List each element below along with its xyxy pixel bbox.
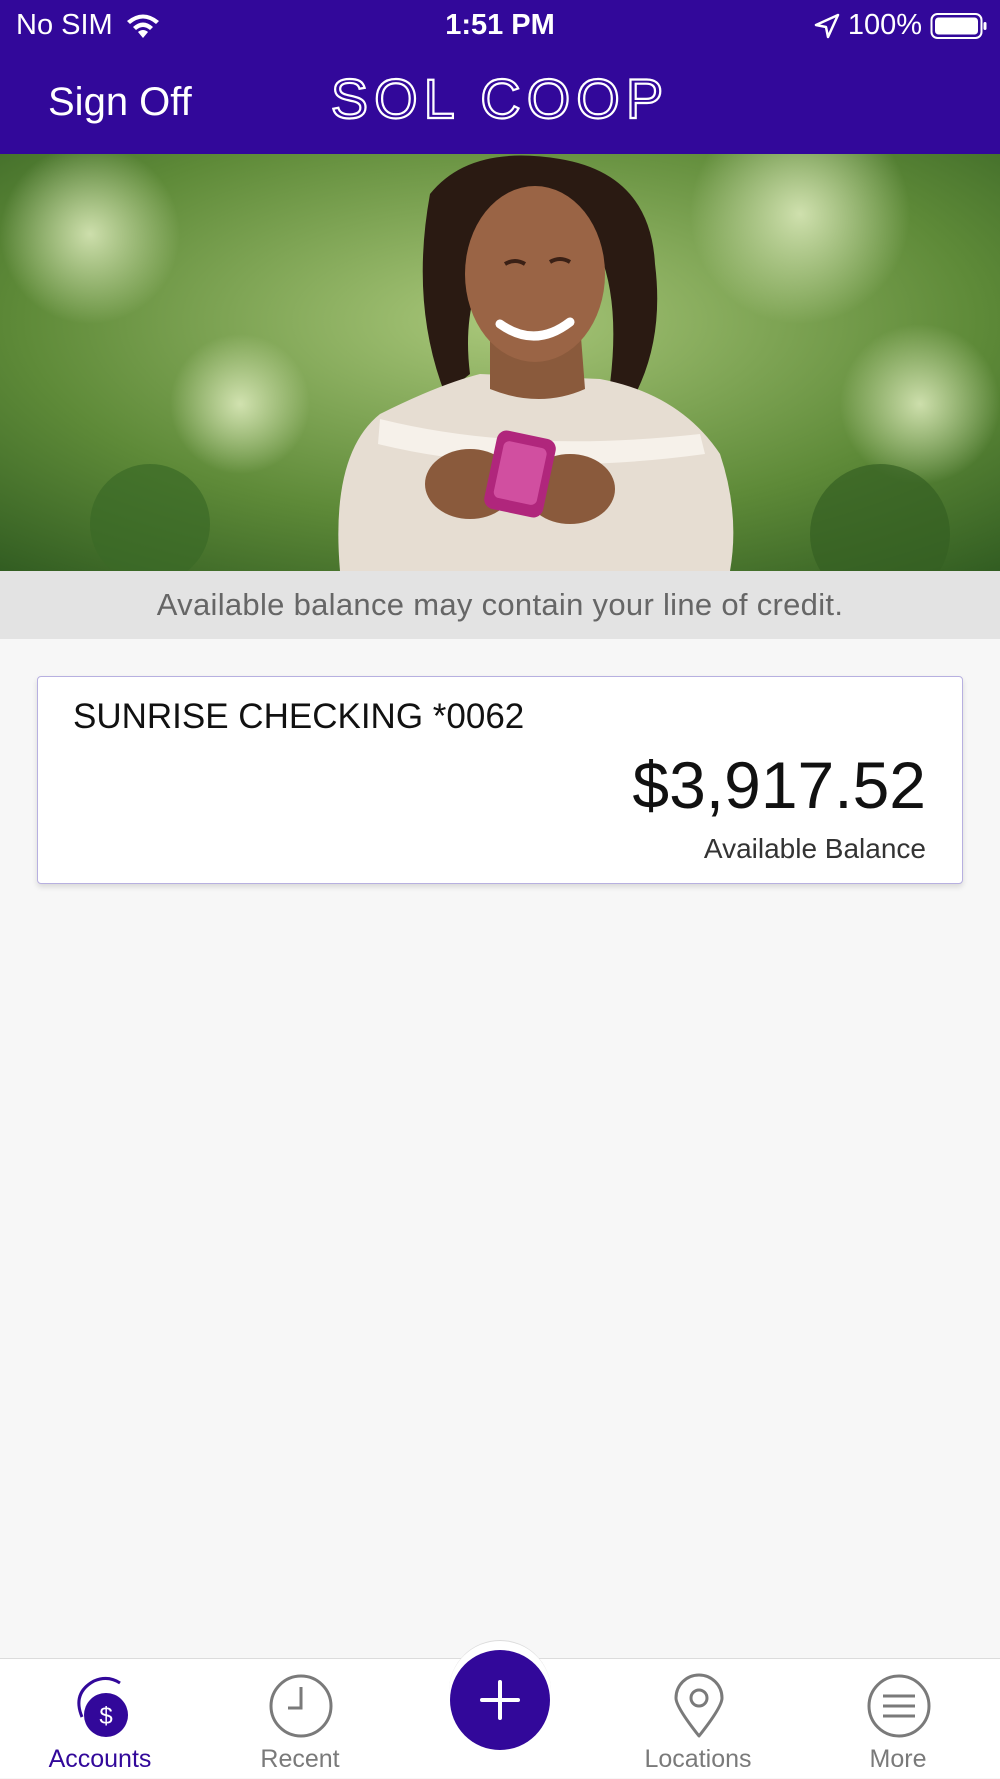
quick-action-button[interactable] [450,1650,550,1750]
location-arrow-icon [814,13,840,38]
tab-recent-label: Recent [260,1745,340,1773]
tab-locations-label: Locations [644,1745,752,1773]
brand-logo-text: SOL COOP [331,70,669,130]
available-balance-label: Available Balance [703,833,926,864]
hero-banner [0,154,1000,571]
line-of-credit-notice: Available balance may contain your line … [0,571,1000,639]
tab-accounts[interactable]: $ Accounts [20,1659,180,1779]
nav-bar: Sign Off SOL COOP [0,60,1000,150]
app-header: No SIM 1:51 PM 100% Sign Off SOL COOP [0,0,1000,154]
account-name: SUNRISE CHECKING *0062 [73,697,525,736]
sol-coop-logo: SOL COOP [330,70,669,130]
plus-icon [480,1680,520,1720]
tab-more[interactable]: More [818,1659,978,1779]
account-balance: $3,917.52 [632,748,926,822]
svg-text:$: $ [99,1703,112,1730]
battery-percent: 100% [847,9,922,41]
tab-accounts-label: Accounts [48,1745,152,1773]
status-right: 100% [814,9,988,42]
status-bar: No SIM 1:51 PM 100% [0,0,1000,50]
map-pin-icon [674,1673,724,1738]
tab-more-label: More [869,1745,927,1773]
menu-icon [867,1674,931,1738]
accounts-dollar-icon: $ [77,1676,128,1737]
sign-off-button[interactable]: Sign Off [48,80,192,125]
battery-icon [930,12,987,39]
tab-recent[interactable]: Recent [220,1659,380,1779]
clock-icon [269,1674,333,1738]
tab-locations[interactable]: Locations [618,1659,778,1779]
account-card[interactable]: SUNRISE CHECKING *0062 $3,917.52 Availab… [37,676,963,884]
smiling-woman-with-phone-photo [0,154,1000,571]
